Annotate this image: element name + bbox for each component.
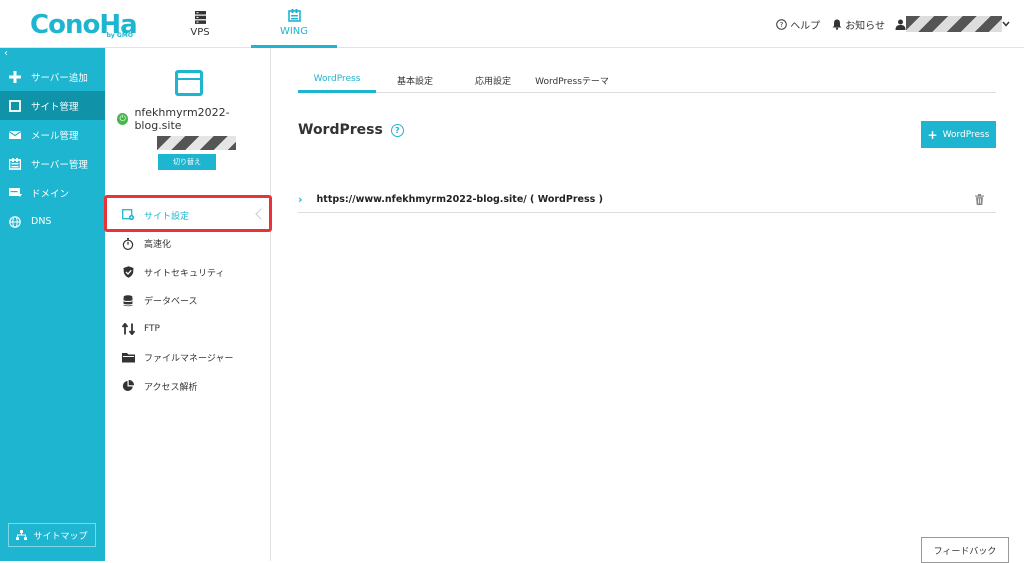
trash-icon[interactable] [975,194,984,208]
menu-item-file-manager[interactable]: ファイルマネージャー [105,344,271,373]
server-icon [193,10,207,24]
user-menu[interactable] [895,16,1010,32]
menu-item-site-security[interactable]: サイトセキュリティ [105,258,271,287]
transfer-icon [121,322,135,336]
bell-icon [832,19,842,30]
site-window-icon [175,70,203,96]
menu-item-label: 高速化 [144,240,172,251]
nav-wing[interactable]: WING [251,0,337,48]
shield-icon [121,265,135,279]
menu-item-access-analysis[interactable]: アクセス解析 [105,372,271,401]
sidebar-item-label: サーバー管理 [31,159,88,171]
help-link[interactable]: ? ヘルプ [776,17,820,32]
top-header: ConoHa by GMO VPS WING ? ヘルプ お知らせ [0,0,1024,48]
svg-text:?: ? [780,21,784,29]
help-icon: ? [776,18,787,30]
plus-icon [8,70,22,84]
pie-chart-icon [121,379,135,393]
sidebar-item-label: メール管理 [31,130,79,142]
sitemap-label: サイトマップ [33,531,88,542]
help-icon[interactable]: ? [390,123,404,137]
tab-basic-settings[interactable]: 基本設定 [376,68,454,93]
page-title-row: WordPress ? [298,122,404,138]
site-domain: nfekhmyrm2022-blog.site [134,106,230,132]
main-sidebar: ‹ サーバー追加 サイト管理 メール管理 サーバー管理 ドメイン DNS サイト… [0,48,105,561]
sidebar-item-mail-management[interactable]: メール管理 [0,120,105,149]
add-wordpress-label: WordPress [942,129,990,140]
sidebar-item-label: ドメイン [31,188,70,200]
tab-wordpress-theme[interactable]: WordPressテーマ [532,68,612,93]
wing-icon [287,9,301,23]
notice-label: お知らせ [845,20,885,32]
menu-item-database[interactable]: データベース [105,287,271,316]
nav-vps[interactable]: VPS [165,0,235,48]
tab-wordpress[interactable]: WordPress [298,68,376,93]
wordpress-install-row[interactable]: › https://www.nfekhmyrm2022-blog.site/ (… [298,186,996,213]
notice-link[interactable]: お知らせ [832,17,885,32]
sidebar-item-site-management[interactable]: サイト管理 [0,91,105,120]
menu-item-label: データベース [144,297,198,308]
power-status-icon: ⏻ [117,113,129,125]
menu-item-label: ファイルマネージャー [144,354,234,365]
sidebar-item-label: サーバー追加 [31,72,88,84]
conoha-logo[interactable]: ConoHa by GMO [30,8,138,40]
menu-item-ftp[interactable]: FTP [105,315,271,344]
add-wordpress-button[interactable]: + WordPress [921,121,996,148]
nav-vps-label: VPS [190,27,210,38]
redacted-site-info [157,136,236,150]
sidebar-item-label: サイト管理 [31,101,79,113]
menu-item-label: FTP [144,324,160,335]
sidebar-item-dns[interactable]: DNS [0,207,105,236]
menu-item-speedup[interactable]: 高速化 [105,230,271,259]
help-label: ヘルプ [790,20,821,32]
menu-item-label: アクセス解析 [144,382,198,393]
nav-wing-label: WING [279,25,309,37]
plus-icon: + [927,127,938,142]
menu-item-label: サイトセキュリティ [144,268,225,279]
database-icon [121,294,135,308]
chevron-down-icon [1002,21,1010,27]
site-panel: ⏻ nfekhmyrm2022-blog.site 切り替え サイト設定 高速化… [105,48,271,561]
mail-icon [8,128,22,142]
chevron-right-icon[interactable]: › [298,193,303,206]
product-nav: VPS WING [165,0,353,48]
header-utility: ? ヘルプ お知らせ [764,0,1010,48]
switch-site-button[interactable]: 切り替え [158,154,216,170]
site-domain-row: ⏻ nfekhmyrm2022-blog.site [117,106,270,132]
folder-icon [121,351,135,365]
sitemap-icon [16,530,28,540]
sidebar-item-label: DNS [31,216,52,227]
window-icon [8,99,22,113]
feedback-button[interactable]: フィードバック [921,537,1009,563]
sitemap-button[interactable]: サイトマップ [8,523,96,547]
sidebar-item-server-management[interactable]: サーバー管理 [0,149,105,178]
stopwatch-icon [121,237,135,251]
redacted-username [906,16,1002,32]
logo-subtext: by GMO [106,32,133,39]
sidebar-item-domain[interactable]: ドメイン [0,178,105,207]
sidebar-item-add-server[interactable]: サーバー追加 [0,62,105,91]
page-title: WordPress [298,122,383,138]
wordpress-tabs: WordPress 基本設定 応用設定 WordPressテーマ [298,68,996,93]
globe-icon [8,215,22,229]
red-highlight-box [104,195,272,232]
server-icon [8,157,22,171]
wordpress-url: https://www.nfekhmyrm2022-blog.site/ ( W… [316,193,603,205]
user-icon [895,19,906,30]
sidebar-collapse-toggle[interactable]: ‹ [0,48,105,62]
tab-advanced-settings[interactable]: 応用設定 [454,68,532,93]
domain-icon [8,186,22,200]
